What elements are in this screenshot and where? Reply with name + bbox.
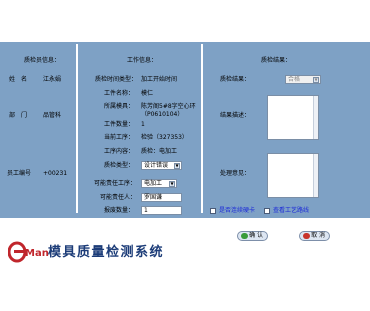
process-route-checkbox[interactable] [264, 208, 270, 214]
result-label: 质检结果： [220, 76, 251, 83]
cancel-label: 取 消 [311, 232, 325, 239]
process-route-link[interactable]: 查看工艺路线 [273, 207, 309, 215]
inspect-type-selected: 设计错误 [144, 162, 169, 169]
column-divider-right [201, 44, 203, 213]
scrap-qty-label: 报废数量： [104, 207, 135, 214]
check-icon [241, 233, 248, 239]
responsible-process-select[interactable]: 电加工 ▼ [141, 179, 177, 188]
responsible-person-field[interactable]: 罗国谦 [141, 193, 182, 202]
logo-brand: Man [25, 248, 49, 259]
cancel-button[interactable]: 取 消 [299, 231, 330, 241]
confirm-button[interactable]: 确 认 [237, 231, 268, 241]
inspector-id-value: +00231 [43, 170, 68, 177]
worker-name-label: 工件名称： [104, 90, 135, 97]
logo-title: 模具质量检测系统 [48, 244, 164, 260]
mold-value-line1: 陈芳阁5#8字空心环 [141, 103, 196, 110]
chevron-down-icon: ▼ [169, 181, 175, 187]
inspector-dept-value: 品管科 [43, 112, 62, 119]
inspector-info-heading: 质检员信息： [24, 57, 61, 64]
scrap-qty-field[interactable]: 1 [141, 206, 182, 215]
opinion-label: 处理意见： [220, 170, 251, 177]
column-divider-left [76, 44, 78, 213]
confirm-label: 确 认 [249, 232, 263, 239]
quantity-label: 工件数量： [104, 121, 135, 128]
inspector-name-value: 江永娟 [43, 76, 62, 83]
continuous-card-link[interactable]: 是否连续硬卡 [219, 207, 255, 215]
mold-value-line2: （P0610104） [141, 111, 184, 118]
inspector-dept-label: 部 门 [9, 112, 28, 119]
current-process-value: 检验（327353） [141, 134, 188, 141]
continuous-card-checkbox[interactable] [210, 208, 216, 214]
inspect-type-select[interactable]: 设计错误 ▼ [141, 161, 182, 170]
inspection-result-heading: 质检结果： [261, 57, 292, 64]
worker-name-value: 模仁 [141, 90, 154, 97]
app-logo: Man 模具质量检测系统 [7, 241, 208, 267]
result-select[interactable]: 合格 ▼ [285, 75, 321, 84]
opinion-scrollbar[interactable] [313, 154, 318, 197]
description-label: 结果描述： [220, 112, 251, 119]
inspector-id-label: 员工编号 [7, 170, 32, 177]
inspect-time-label: 质检时间类型： [95, 76, 138, 83]
current-process-label: 当前工序： [104, 134, 135, 141]
inspector-name-label: 姓 名 [9, 76, 28, 83]
responsible-process-label: 可能责任工序： [94, 180, 137, 187]
inspect-type-label: 质检类型： [104, 162, 135, 169]
work-content-value: 质检：电加工 [141, 148, 178, 155]
chevron-down-icon: ▼ [313, 77, 319, 83]
cancel-icon [303, 233, 310, 239]
logo-graphic: Man 模具质量检测系统 [7, 241, 164, 263]
responsible-person-label: 可能责任人： [100, 194, 137, 201]
result-selected: 合格 [288, 76, 301, 83]
responsible-process-selected: 电加工 [144, 180, 163, 187]
description-scrollbar[interactable] [313, 96, 318, 139]
work-info-heading: 工作信息： [127, 57, 158, 64]
inspect-time-value: 加工开始时间 [141, 76, 178, 83]
chevron-down-icon: ▼ [174, 163, 180, 169]
work-content-label: 工序内容： [104, 148, 135, 155]
description-textarea[interactable] [267, 95, 319, 140]
quantity-value: 1 [141, 121, 145, 128]
mold-label: 所属模具： [104, 103, 135, 110]
opinion-textarea[interactable] [267, 153, 319, 198]
